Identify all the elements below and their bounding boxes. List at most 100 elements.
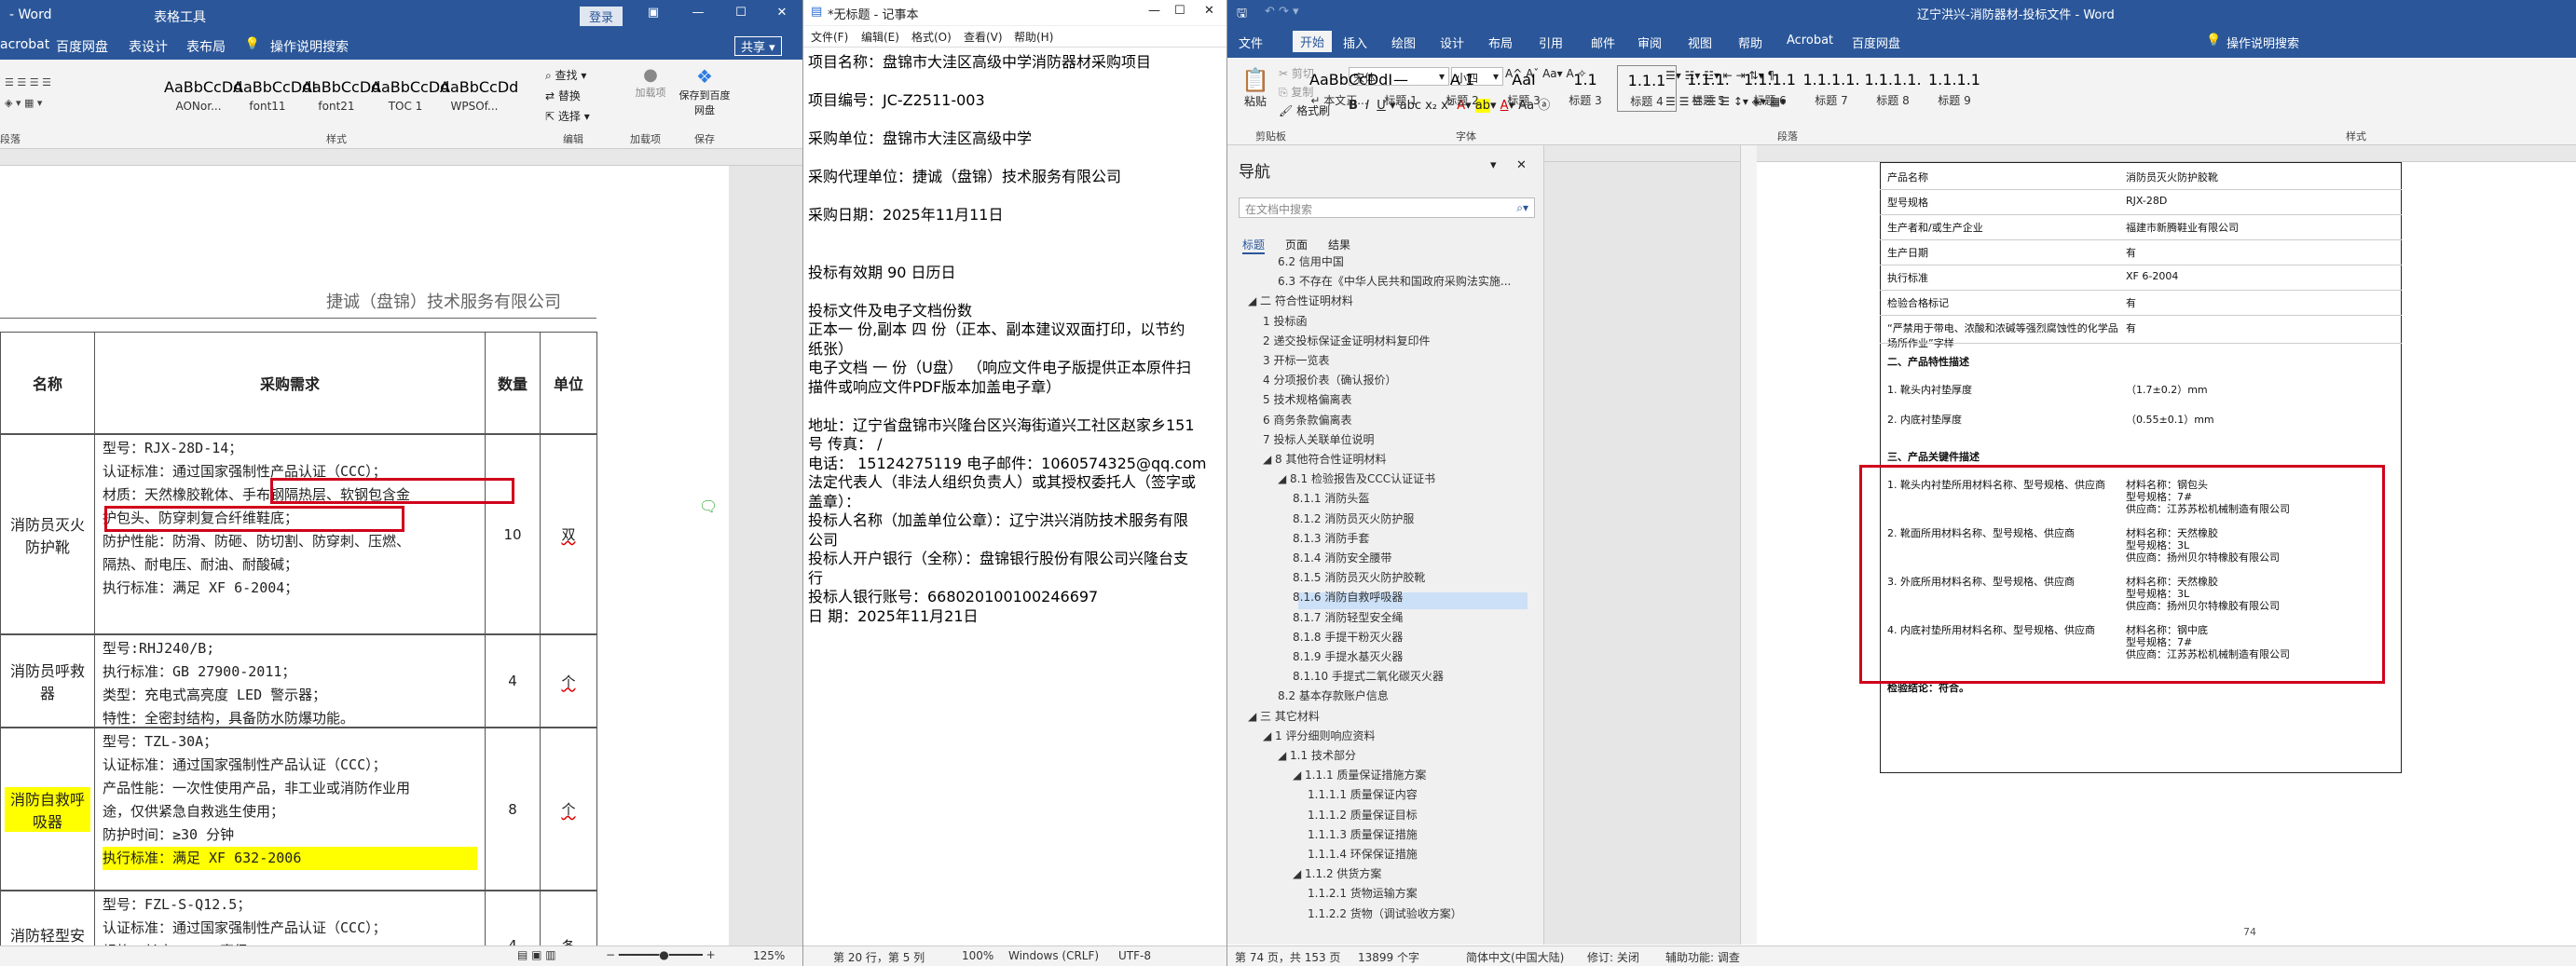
nav-heading[interactable]: ◢ 二 符合性证明材料 bbox=[1248, 293, 1353, 308]
nav-heading[interactable]: 1 投标函 bbox=[1263, 313, 1307, 329]
login-button[interactable]: 登录 bbox=[580, 7, 623, 26]
nav-heading[interactable]: ◢ 1 评分细则响应资料 bbox=[1263, 728, 1376, 743]
paste-button[interactable]: 📋 粘贴 bbox=[1237, 67, 1274, 109]
nav-heading[interactable]: 5 技术规格偏离表 bbox=[1263, 391, 1351, 407]
select-button[interactable]: ⇱ 选择 ▾ bbox=[545, 108, 590, 124]
nav-heading[interactable]: 6 商务条款偏离表 bbox=[1263, 412, 1351, 428]
tab-acrobat[interactable]: acrobat bbox=[0, 37, 49, 52]
tab-6[interactable]: 引用 bbox=[1539, 34, 1563, 51]
style-item[interactable]: 1.1.1. 标题 5 bbox=[1679, 65, 1738, 112]
maximize-icon[interactable]: ☐ bbox=[731, 6, 751, 20]
menu-view[interactable]: 查看(V) bbox=[964, 29, 1003, 45]
nav-options-icon[interactable]: ▾ bbox=[1490, 158, 1497, 172]
nav-heading[interactable]: 1.1.1.4 环保保证措施 bbox=[1308, 846, 1418, 862]
share-button[interactable]: 共享 ▾ bbox=[734, 36, 782, 56]
style-item[interactable]: AaI 标题 3 bbox=[1494, 65, 1554, 112]
nav-heading[interactable]: ◢ 三 其它材料 bbox=[1248, 708, 1320, 724]
minimize-icon[interactable]: — bbox=[688, 6, 708, 20]
nav-heading[interactable]: 8.2 基本存款账户信息 bbox=[1278, 687, 1389, 703]
tab-5[interactable]: 布局 bbox=[1488, 34, 1513, 51]
style-font11[interactable]: AaBbCcDdI font11 bbox=[233, 73, 316, 119]
style-item[interactable]: 1.1.1.1. 标题 8 bbox=[1863, 65, 1923, 112]
tab-10[interactable]: 帮助 bbox=[1738, 34, 1762, 51]
nav-heading[interactable]: 8.1.7 消防轻型安全绳 bbox=[1293, 609, 1403, 625]
track-changes[interactable]: 修订: 关闭 bbox=[1587, 949, 1639, 965]
style-item[interactable]: AaBbCcDdI ↵ 本文正... bbox=[1309, 65, 1392, 112]
nav-heading[interactable]: ◢ 1.1.1 质量保证措施方案 bbox=[1293, 767, 1426, 782]
style-toc1[interactable]: AaBbCcDd TOC 1 bbox=[371, 73, 449, 119]
nav-heading[interactable]: 7 投标人关联单位说明 bbox=[1263, 431, 1374, 447]
tab-9[interactable]: 视图 bbox=[1688, 34, 1712, 51]
nav-heading[interactable]: 8.1.4 消防安全腰带 bbox=[1293, 550, 1391, 565]
menu-file[interactable]: 文件(F) bbox=[811, 29, 848, 45]
nav-heading[interactable]: 1.1.1.2 质量保证目标 bbox=[1308, 807, 1418, 823]
nav-heading[interactable]: 8.1.9 手提水基灭火器 bbox=[1293, 648, 1403, 664]
nav-heading[interactable]: ◢ 8.1 检验报告及CCC认证证书 bbox=[1278, 470, 1435, 486]
ribbon-display-icon[interactable]: ▣ bbox=[643, 6, 664, 20]
nav-heading[interactable]: 8.1.8 手提干粉灭火器 bbox=[1293, 629, 1403, 645]
language[interactable]: 简体中文(中国大陆) bbox=[1466, 949, 1564, 965]
style-font21[interactable]: AaBbCcDd font21 bbox=[302, 73, 380, 119]
nav-heading[interactable]: 6.2 信用中国 bbox=[1278, 253, 1344, 269]
close-icon[interactable]: ✕ bbox=[1204, 4, 1214, 18]
undo-icon[interactable]: ↶ ↷ ▾ bbox=[1265, 5, 1299, 19]
nav-heading[interactable]: 8.1.2 消防员灭火防护服 bbox=[1293, 510, 1414, 526]
find-button[interactable]: ⌕ 查找 ▾ bbox=[545, 67, 586, 83]
accessibility[interactable]: 辅助功能: 调查 bbox=[1665, 949, 1740, 965]
tab-8[interactable]: 审阅 bbox=[1637, 34, 1662, 51]
style-item[interactable]: 1.1.1.1 标题 9 bbox=[1925, 65, 1984, 112]
nav-heading[interactable]: 6.3 不存在《中华人民共和国政府采购法实施... bbox=[1278, 273, 1511, 289]
copy-button[interactable]: ⎘ 复制 bbox=[1279, 84, 1313, 100]
comment-icon[interactable]: 🗨 bbox=[699, 497, 718, 515]
nav-heading[interactable]: 4 分项报价表（确认报价） bbox=[1263, 372, 1396, 388]
style-item[interactable]: 1.1.1.1 标题 6 bbox=[1740, 65, 1800, 112]
tab-0[interactable]: 文件 bbox=[1239, 34, 1263, 51]
nav-heading[interactable]: 3 开标一览表 bbox=[1263, 352, 1329, 368]
nav-heading[interactable]: ◢ 1.1.2 供货方案 bbox=[1293, 865, 1381, 881]
minimize-icon[interactable]: — bbox=[1148, 4, 1160, 18]
style-item[interactable]: 1.1.1.1. 标题 7 bbox=[1802, 65, 1861, 112]
style-item[interactable]: 1.1 标题 3 bbox=[1555, 65, 1615, 112]
view-mode-icons[interactable]: ▤ ▣ ▥ bbox=[517, 948, 556, 961]
tab-table-layout[interactable]: 表布局 bbox=[186, 37, 226, 56]
maximize-icon[interactable]: ☐ bbox=[1174, 4, 1185, 18]
menu-edit[interactable]: 编辑(E) bbox=[861, 29, 899, 45]
menu-format[interactable]: 格式(O) bbox=[911, 29, 952, 45]
nav-tab-results[interactable]: 结果 bbox=[1328, 237, 1350, 252]
close-icon[interactable]: ✕ bbox=[772, 6, 792, 20]
nav-heading[interactable]: 8.1.3 消防手套 bbox=[1293, 530, 1369, 546]
nav-heading[interactable]: ◢ 8 其他符合性证明材料 bbox=[1263, 451, 1387, 467]
save-baidu-button[interactable]: ❖ 保存到百度网盘 bbox=[678, 65, 731, 117]
tab-2[interactable]: 插入 bbox=[1343, 34, 1367, 51]
nav-heading[interactable]: 8.1.6 消防自救呼吸器 bbox=[1293, 589, 1403, 605]
menu-help[interactable]: 帮助(H) bbox=[1014, 29, 1053, 45]
zoom-slider[interactable]: − ━━━━━━●━━━━━ + bbox=[606, 948, 716, 961]
nav-heading[interactable]: 1.1.1.3 质量保证措施 bbox=[1308, 826, 1418, 842]
style-item[interactable]: A 1 标题 2 bbox=[1432, 65, 1492, 112]
nav-heading[interactable]: 8.1.1 消防头盔 bbox=[1293, 490, 1369, 506]
replace-button[interactable]: ⇄ 替换 bbox=[545, 88, 581, 103]
save-icon[interactable]: 🖫 bbox=[1237, 5, 1247, 25]
shading-icon[interactable]: ◈ ▾ ▦ ▾ bbox=[5, 97, 42, 109]
nav-tab-pages[interactable]: 页面 bbox=[1285, 237, 1308, 252]
addins-button[interactable]: ● 加载项 bbox=[630, 65, 671, 100]
align-icons[interactable]: ☰ ☰ ☰ ☰ bbox=[5, 76, 51, 88]
nav-heading[interactable]: 8.1.5 消防员灭火防护胶靴 bbox=[1293, 569, 1425, 585]
tab-baidu[interactable]: 百度网盘 bbox=[56, 37, 108, 56]
nav-heading[interactable]: 1.1.2.2 货物（调试验收方案） bbox=[1308, 905, 1462, 921]
tab-4[interactable]: 设计 bbox=[1440, 34, 1464, 51]
tab-table-design[interactable]: 表设计 bbox=[129, 37, 168, 56]
nav-heading[interactable]: 1.1.2.1 货物运输方案 bbox=[1308, 885, 1418, 901]
tab-11[interactable]: Acrobat bbox=[1787, 34, 1833, 48]
tab-3[interactable]: 绘图 bbox=[1391, 34, 1416, 51]
nav-heading[interactable]: 1.1.1.1 质量保证内容 bbox=[1308, 786, 1418, 802]
tab-7[interactable]: 邮件 bbox=[1591, 34, 1615, 51]
nav-heading[interactable]: 2 递交投标保证金证明材料复印件 bbox=[1263, 333, 1430, 348]
tab-1[interactable]: 开始 bbox=[1293, 31, 1333, 52]
style-aonor[interactable]: AaBbCcDd AONor... bbox=[164, 73, 242, 119]
tell-me-search[interactable]: 操作说明搜索 bbox=[270, 37, 349, 56]
nav-tab-headings[interactable]: 标题 bbox=[1242, 237, 1266, 254]
style-item[interactable]: 1.1.1 标题 4 bbox=[1617, 65, 1677, 112]
notepad-text-area[interactable]: 项目名称：盘锦市大洼区高级中学消防器材采购项目 项目编号：JC-Z2511-003… bbox=[803, 47, 1226, 945]
nav-close-icon[interactable]: ✕ bbox=[1516, 158, 1527, 172]
